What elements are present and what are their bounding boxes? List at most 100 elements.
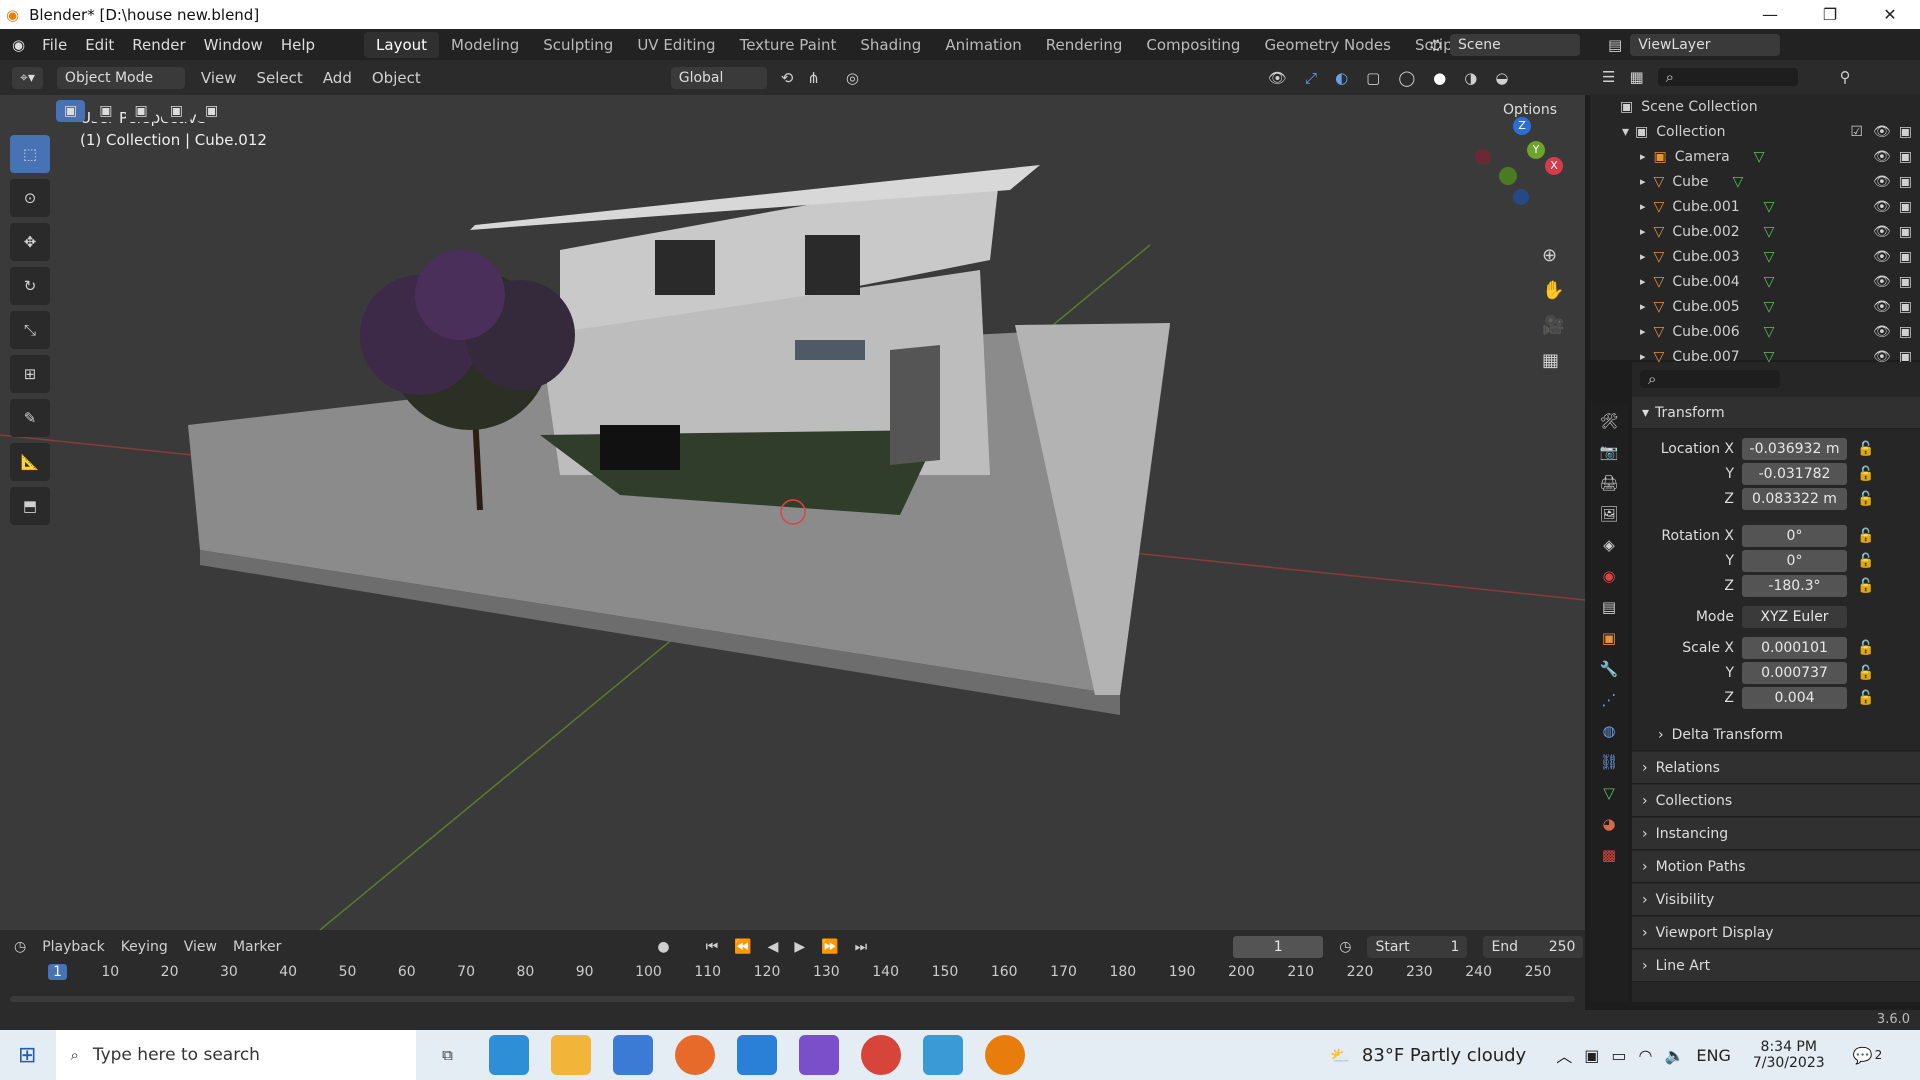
tab-texture-paint[interactable]: Texture Paint bbox=[728, 32, 849, 58]
tab-modeling[interactable]: Modeling bbox=[439, 32, 531, 58]
panel-header[interactable]: › Relations bbox=[1632, 752, 1920, 784]
outliner-row[interactable]: ▸ ▽ Cube ▽ 👁 ▣ bbox=[1590, 169, 1920, 194]
lock-icon[interactable]: 🔓 bbox=[1857, 491, 1874, 507]
minimize-button[interactable]: — bbox=[1740, 0, 1800, 29]
blender-taskbar-icon[interactable] bbox=[985, 1035, 1026, 1075]
eye-icon[interactable]: 👁 bbox=[1873, 324, 1891, 340]
lock-icon[interactable]: 🔓 bbox=[1857, 640, 1874, 656]
mesh-data-icon[interactable]: ▽ bbox=[1764, 299, 1775, 315]
lock-icon[interactable]: 🔓 bbox=[1857, 441, 1874, 457]
constraints-tab-icon[interactable]: ⛓ bbox=[1599, 753, 1618, 771]
mesh-data-icon[interactable]: ▽ bbox=[1732, 174, 1743, 190]
outliner-row[interactable]: ▸ ▽ Cube.004 ▽ 👁 ▣ bbox=[1590, 269, 1920, 294]
tab-compositing[interactable]: Compositing bbox=[1134, 32, 1252, 58]
scale-z-field[interactable]: 0.004 bbox=[1742, 686, 1847, 709]
tab-geometry-nodes[interactable]: Geometry Nodes bbox=[1252, 32, 1403, 58]
mesh-data-icon[interactable]: ▽ bbox=[1764, 249, 1775, 265]
transform-icon[interactable]: ⊞ bbox=[10, 355, 50, 393]
outliner-row[interactable]: ▸ ▣ Camera ▽ 👁 ▣ bbox=[1590, 144, 1920, 169]
overlay-icon[interactable]: ◐ bbox=[1335, 69, 1348, 87]
camera-render-icon[interactable]: ▣ bbox=[1899, 324, 1912, 340]
select-new-icon[interactable]: ▣ bbox=[56, 100, 86, 122]
object-tab-icon[interactable]: ▣ bbox=[1602, 629, 1616, 647]
scale-x-field[interactable]: 0.000101 bbox=[1742, 636, 1847, 659]
rendered-shading-icon[interactable]: ◒ bbox=[1495, 69, 1508, 87]
physics-tab-icon[interactable]: ◍ bbox=[1602, 722, 1615, 740]
material-tab-icon[interactable]: ◕ bbox=[1602, 815, 1615, 833]
camera-render-icon[interactable]: ▣ bbox=[1899, 249, 1912, 265]
chrome-icon[interactable] bbox=[861, 1035, 902, 1075]
lock-icon[interactable]: 🔓 bbox=[1857, 553, 1874, 569]
particles-tab-icon[interactable]: ⋰ bbox=[1602, 691, 1617, 709]
task-view-icon[interactable]: ⧉ bbox=[427, 1035, 467, 1075]
editor-type-button[interactable]: ⌖▾ bbox=[12, 66, 43, 89]
3d-viewport[interactable]: User Perspective (1) Collection | Cube.0… bbox=[0, 95, 1585, 930]
scene-field[interactable]: Scene bbox=[1450, 33, 1581, 56]
camera-render-icon[interactable]: ▣ bbox=[1899, 124, 1912, 140]
select-subtract-icon[interactable]: ▣ bbox=[126, 100, 156, 122]
clock-icon[interactable]: ◷ bbox=[1339, 939, 1351, 955]
timeline-editor-icon[interactable]: ◷ bbox=[14, 939, 26, 955]
render-tab-icon[interactable]: 📷 bbox=[1600, 443, 1619, 461]
add-cube-icon[interactable]: ⬒ bbox=[10, 487, 50, 525]
playback-menu[interactable]: Playback bbox=[42, 939, 104, 955]
camera-render-icon[interactable]: ▣ bbox=[1899, 149, 1912, 165]
jump-start-icon[interactable]: ⏮ bbox=[706, 939, 719, 955]
lock-icon[interactable]: 🔓 bbox=[1857, 528, 1874, 544]
eye-icon[interactable]: 👁 bbox=[1873, 249, 1891, 265]
marker-menu[interactable]: Marker bbox=[233, 939, 281, 955]
location-z-field[interactable]: 0.083322 m bbox=[1742, 487, 1847, 510]
chevron-right-icon[interactable]: ▸ bbox=[1640, 275, 1646, 288]
prev-keyframe-icon[interactable]: ⏪ bbox=[734, 939, 751, 955]
lock-icon[interactable]: 🔓 bbox=[1857, 578, 1874, 594]
chevron-right-icon[interactable]: ▸ bbox=[1640, 200, 1646, 213]
zoom-icon[interactable]: ⊕ bbox=[1542, 245, 1564, 266]
mail-icon[interactable] bbox=[613, 1035, 654, 1075]
location-y-field[interactable]: -0.031782 bbox=[1742, 462, 1847, 485]
display-mode-icon[interactable]: ▦ bbox=[1629, 68, 1643, 86]
outliner-row[interactable]: ▸ ▽ Cube.001 ▽ 👁 ▣ bbox=[1590, 194, 1920, 219]
rotation-y-field[interactable]: 0° bbox=[1742, 549, 1847, 572]
pivot-icon[interactable]: ⟲ bbox=[781, 69, 794, 87]
chevron-right-icon[interactable]: ▸ bbox=[1640, 325, 1646, 338]
app-store-icon[interactable] bbox=[923, 1035, 964, 1075]
view-layer-tab-icon[interactable]: 🖼 bbox=[1599, 505, 1618, 523]
menu-help[interactable]: Help bbox=[272, 36, 324, 54]
solid-shading-icon[interactable]: ● bbox=[1433, 69, 1446, 87]
eye-icon[interactable]: 👁 bbox=[1873, 224, 1891, 240]
mesh-data-icon[interactable]: ▽ bbox=[1764, 199, 1775, 215]
edge-icon[interactable] bbox=[489, 1035, 530, 1075]
tray-icon[interactable]: ▣ bbox=[1584, 1046, 1599, 1065]
collection-tab-icon[interactable]: ▤ bbox=[1602, 598, 1616, 616]
select-box-icon[interactable]: ⬚ bbox=[10, 135, 50, 173]
panel-header[interactable]: › Motion Paths bbox=[1632, 851, 1920, 883]
panel-header[interactable]: › Instancing bbox=[1632, 818, 1920, 850]
outliner-editor-icon[interactable]: ☰ bbox=[1602, 68, 1615, 86]
volume-icon[interactable]: 🔈 bbox=[1664, 1046, 1684, 1065]
orientation-dropdown[interactable]: Global bbox=[670, 66, 767, 89]
tab-rendering[interactable]: Rendering bbox=[1034, 32, 1135, 58]
clock[interactable]: 8:34 PM 7/30/2023 bbox=[1753, 1039, 1825, 1071]
scale-y-field[interactable]: 0.000737 bbox=[1742, 661, 1847, 684]
keying-menu[interactable]: Keying bbox=[121, 939, 168, 955]
scale-icon[interactable]: ⤡ bbox=[10, 311, 50, 349]
next-keyframe-icon[interactable]: ⏩ bbox=[821, 939, 838, 955]
eye-icon[interactable]: 👁 bbox=[1873, 174, 1891, 190]
scene-tab-icon[interactable]: ◈ bbox=[1603, 536, 1615, 554]
timeline-scrollbar[interactable] bbox=[10, 996, 1575, 1002]
menu-edit[interactable]: Edit bbox=[76, 36, 123, 54]
panel-header[interactable]: › Visibility bbox=[1632, 884, 1920, 916]
play-icon[interactable]: ▶ bbox=[794, 939, 805, 955]
properties-search-icon[interactable]: ⌕ bbox=[1640, 370, 1780, 388]
camera-render-icon[interactable]: ▣ bbox=[1899, 174, 1912, 190]
transform-panel-header[interactable]: ▾ Transform bbox=[1632, 397, 1920, 429]
xray-icon[interactable]: ▢ bbox=[1366, 69, 1380, 87]
weather-label[interactable]: 83°F Partly cloudy bbox=[1362, 1045, 1526, 1066]
tab-animation[interactable]: Animation bbox=[933, 32, 1033, 58]
weather-icon[interactable]: ⛅ bbox=[1330, 1046, 1350, 1065]
panel-header[interactable]: › Line Art bbox=[1632, 950, 1920, 982]
rotation-mode-dropdown[interactable]: XYZ Euler bbox=[1742, 605, 1847, 628]
tool-tab-icon[interactable]: 🛠 bbox=[1599, 412, 1618, 430]
camera-view-icon[interactable]: 🎥 bbox=[1542, 315, 1564, 336]
tab-sculpting[interactable]: Sculpting bbox=[531, 32, 625, 58]
